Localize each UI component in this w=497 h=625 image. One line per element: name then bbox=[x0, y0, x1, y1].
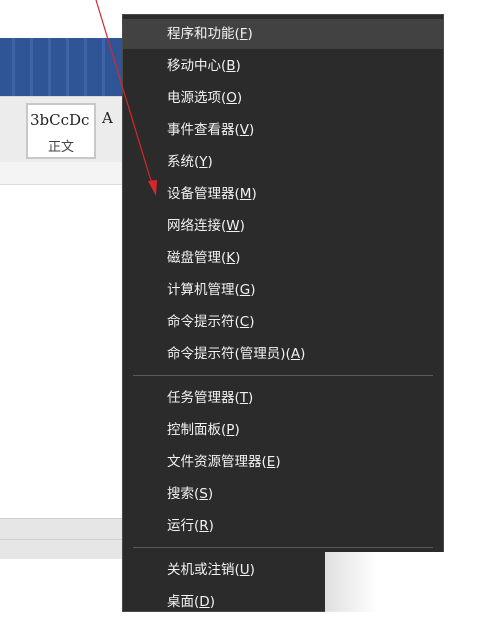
annotation-arrow-icon bbox=[95, 0, 157, 196]
